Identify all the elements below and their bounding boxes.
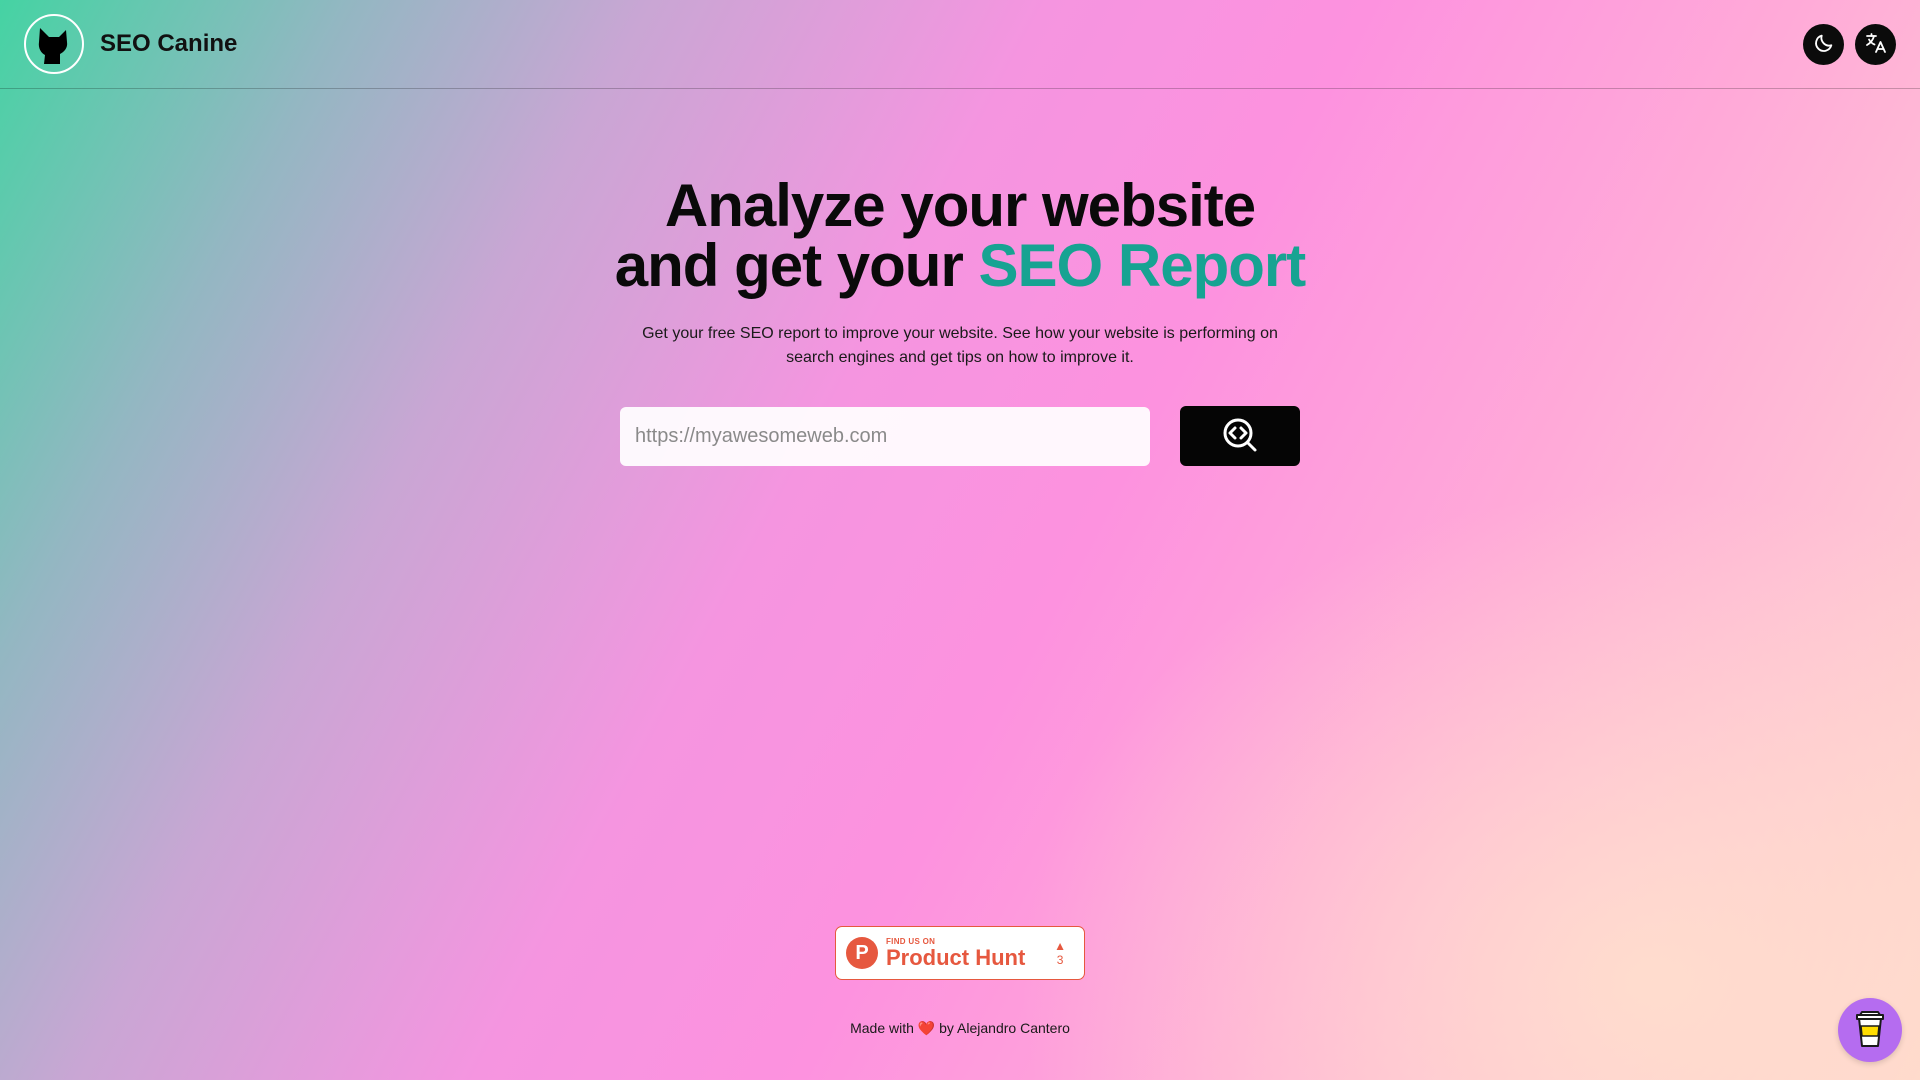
url-input[interactable] <box>620 406 1150 466</box>
page-title: Analyze your website and get your SEO Re… <box>614 176 1306 299</box>
code-search-icon <box>1220 415 1260 458</box>
brand-name: SEO Canine <box>100 30 238 57</box>
product-hunt-title: Product Hunt <box>886 944 1026 970</box>
vote-count: 3 <box>1056 953 1064 967</box>
product-hunt-logo-icon: P <box>846 937 878 969</box>
brand-link[interactable]: SEO Canine <box>24 14 237 74</box>
footer: Made with ❤️ by Alejandro Cantero <box>0 1020 1920 1037</box>
title-line-1: Analyze your website <box>664 172 1256 239</box>
upvote-arrow-icon: ▲ <box>1054 939 1066 953</box>
hero-section: Analyze your website and get your SEO Re… <box>0 89 1920 466</box>
product-hunt-text: FIND US ON Product Hunt <box>886 937 1025 970</box>
title-line-2-prefix: and get your <box>614 232 979 299</box>
coffee-cup-icon <box>1853 1009 1887 1052</box>
top-navbar: SEO Canine <box>0 0 1920 89</box>
product-hunt-votes: ▲ 3 <box>1054 939 1066 967</box>
product-hunt-badge[interactable]: P FIND US ON Product Hunt ▲ 3 <box>835 926 1085 980</box>
theme-toggle-button[interactable] <box>1803 23 1844 65</box>
title-accent: SEO Report <box>978 232 1306 299</box>
translate-icon <box>1864 31 1888 58</box>
analyze-button[interactable] <box>1180 406 1300 466</box>
heart-icon: ❤️ <box>917 1020 936 1036</box>
header-actions <box>1803 23 1896 65</box>
analyze-form <box>620 406 1300 466</box>
language-button[interactable] <box>1855 23 1896 65</box>
dog-head-icon <box>24 14 84 74</box>
moon-icon <box>1813 32 1835 57</box>
footer-author: by Alejandro Cantero <box>935 1020 1070 1036</box>
page-subtitle: Get your free SEO report to improve your… <box>642 325 1278 366</box>
footer-prefix: Made with <box>850 1020 918 1036</box>
buy-me-a-coffee-button[interactable] <box>1838 998 1902 1062</box>
